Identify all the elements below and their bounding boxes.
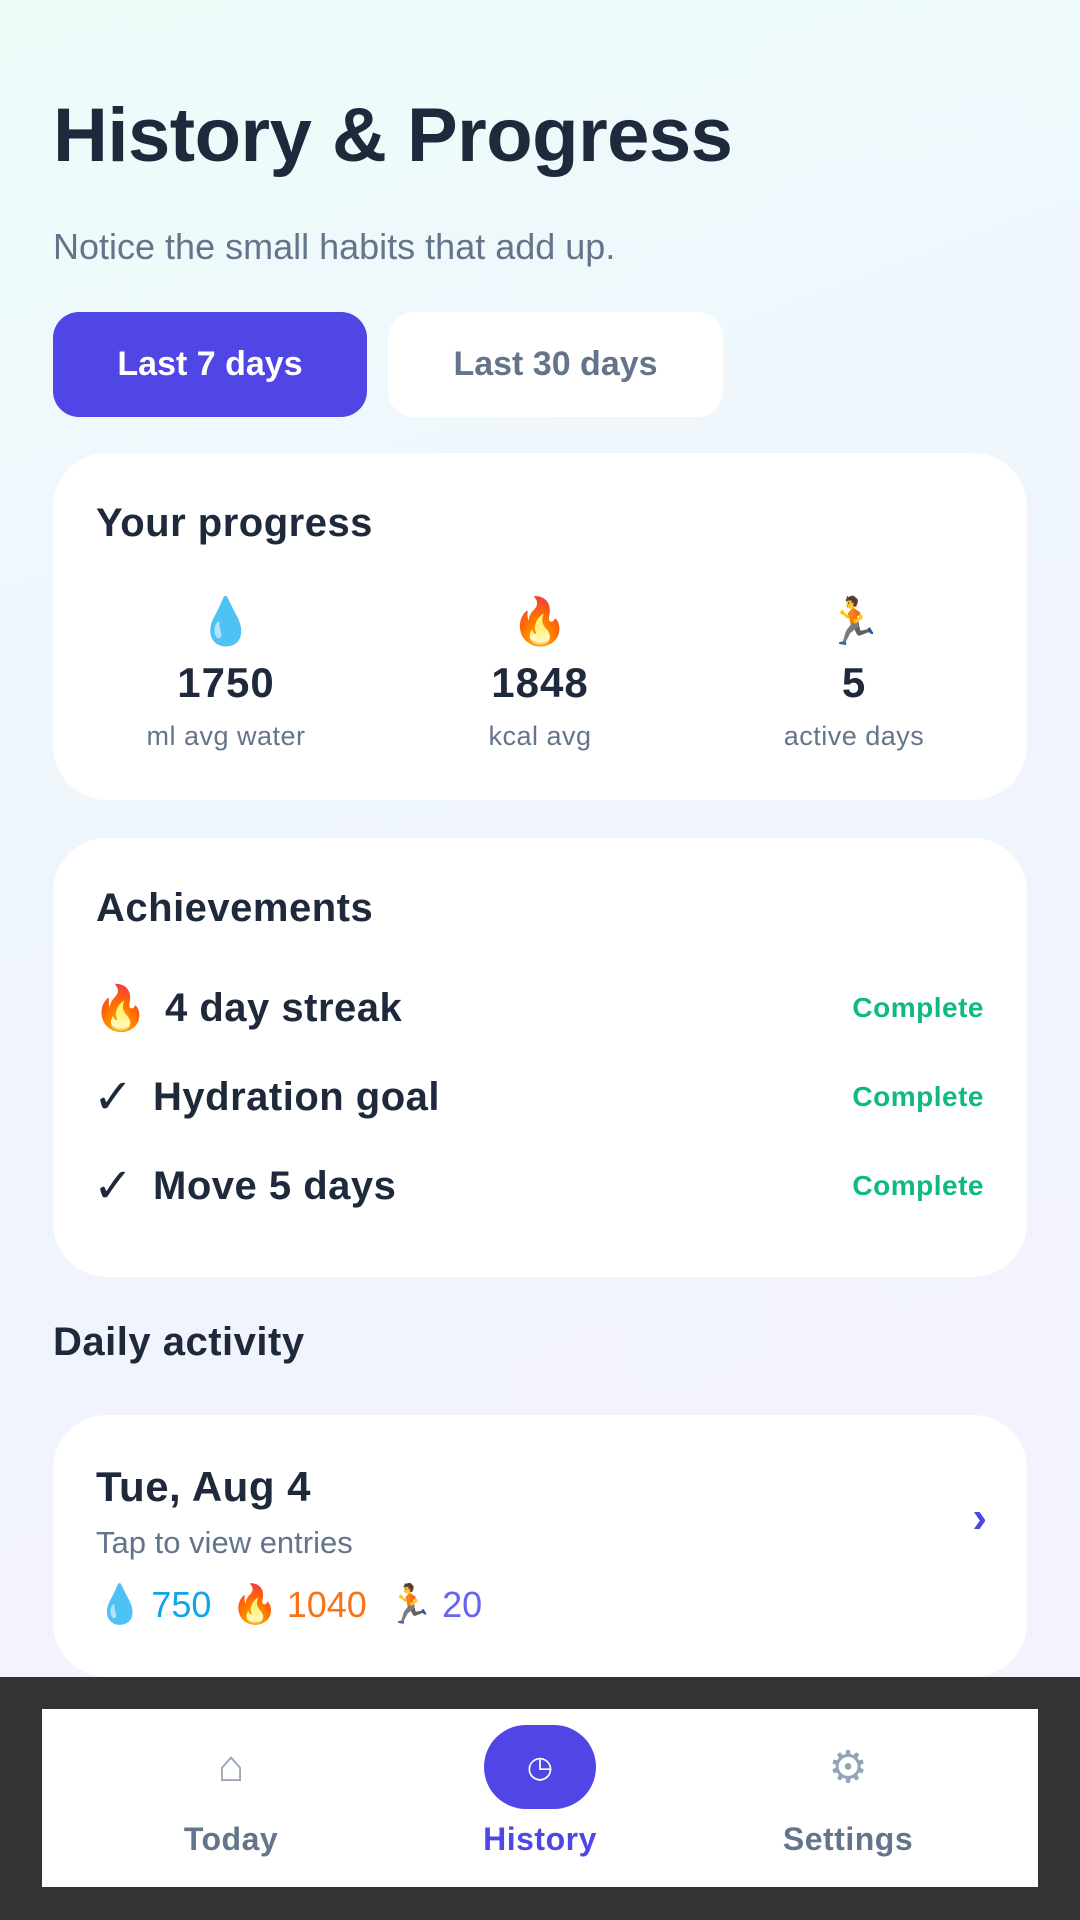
entry-metrics: 💧 750 🔥 1040 🏃 20 (96, 1583, 482, 1627)
entry-hint: Tap to view entries (96, 1525, 353, 1560)
entry-move: 🏃 20 (387, 1583, 482, 1627)
entry-move-value: 20 (442, 1584, 483, 1625)
stat-label: active days (783, 721, 925, 751)
fire-icon: 🔥 (93, 984, 148, 1033)
achievement-item: ✓ Move 5 days Complete (93, 1151, 984, 1221)
entry-water-value: 750 (151, 1584, 212, 1625)
achievement-status: Complete (852, 1081, 984, 1112)
stat-kcal: 🔥 1848 kcal avg (410, 593, 670, 752)
progress-card-title: Your progress (96, 501, 373, 545)
water-drop-icon: 💧 (197, 595, 255, 647)
gear-icon: ⚙ (828, 1742, 868, 1792)
achievements-card: Achievements 🔥 4 day streak Complete ✓ H… (53, 838, 1027, 1277)
range-last-7-days-button[interactable]: Last 7 days (53, 312, 367, 417)
nav-label: History (483, 1821, 597, 1857)
achievements-card-title: Achievements (96, 886, 374, 930)
stat-value: 5 (841, 659, 867, 706)
check-icon: ✓ (93, 1160, 134, 1213)
check-icon: ✓ (93, 1071, 134, 1124)
daily-activity-heading: Daily activity (53, 1320, 305, 1364)
fire-icon: 🔥 (511, 595, 569, 647)
bottom-nav: ⌂ Today ◷ History ⚙ Settings (42, 1709, 1038, 1887)
stat-active-days: 🏃 5 active days (724, 593, 984, 752)
achievement-item: 🔥 4 day streak Complete (93, 973, 984, 1043)
stat-water: 💧 1750 ml avg water (96, 593, 356, 752)
page-subtitle: Notice the small habits that add up. (53, 226, 616, 267)
nav-label: Settings (782, 1821, 914, 1857)
achievement-item: ✓ Hydration goal Complete (93, 1062, 984, 1132)
water-drop-icon: 💧 (96, 1584, 144, 1626)
chevron-right-icon[interactable]: › (972, 1493, 987, 1543)
achievement-label: Hydration goal (153, 1074, 441, 1119)
achievement-label: 4 day streak (165, 985, 403, 1030)
stat-label: kcal avg (488, 721, 592, 751)
entry-water: 💧 750 (96, 1583, 211, 1627)
nav-item-history[interactable]: ◷ History (430, 1709, 650, 1887)
stat-label: ml avg water (146, 721, 306, 751)
nav-label: Today (183, 1821, 279, 1857)
entry-kcal: 🔥 1040 (231, 1583, 366, 1627)
daily-entry-card[interactable]: Tue, Aug 4 Tap to view entries › 💧 750 🔥… (53, 1415, 1027, 1677)
page-title: History & Progress (53, 93, 733, 178)
runner-icon: 🏃 (386, 1584, 435, 1626)
achievement-status: Complete (852, 1170, 984, 1201)
achievement-label: Move 5 days (153, 1163, 397, 1208)
nav-item-settings[interactable]: ⚙ Settings (738, 1709, 958, 1887)
entry-date: Tue, Aug 4 (96, 1463, 311, 1510)
entry-kcal-value: 1040 (286, 1584, 367, 1625)
bottom-nav-frame: ⌂ Today ◷ History ⚙ Settings (0, 1677, 1080, 1920)
stat-value: 1750 (177, 659, 275, 706)
runner-icon: 🏃 (825, 595, 883, 647)
range-last-30-days-button[interactable]: Last 30 days (388, 312, 723, 417)
achievement-status: Complete (852, 992, 984, 1023)
stat-value: 1848 (491, 659, 589, 706)
fire-icon: 🔥 (231, 1584, 279, 1626)
progress-card: Your progress 💧 1750 ml avg water 🔥 1848… (53, 453, 1027, 800)
home-icon: ⌂ (217, 1742, 245, 1791)
history-icon: ◷ (484, 1725, 596, 1809)
nav-item-today[interactable]: ⌂ Today (121, 1709, 341, 1887)
